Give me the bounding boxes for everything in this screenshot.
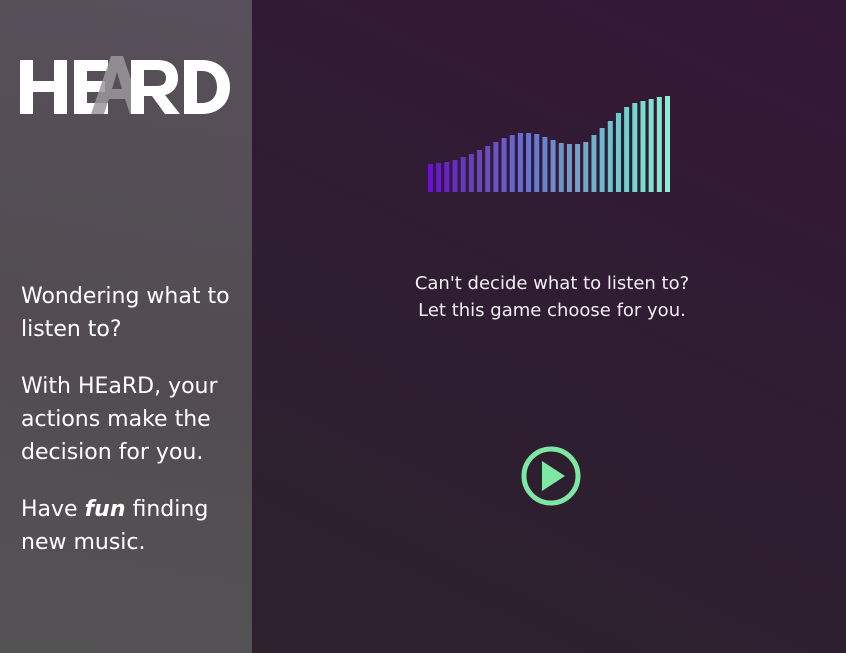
equalizer-bar — [566, 144, 572, 192]
equalizer-svg — [428, 96, 670, 192]
equalizer-bar — [493, 142, 499, 192]
equalizer-bar — [599, 128, 605, 192]
equalizer-bar — [640, 101, 646, 192]
equalizer-bar — [632, 103, 638, 192]
intro-question: Wondering what to listen to? — [21, 284, 230, 342]
intro-actions: With HEaRD, your actions make the decisi… — [21, 374, 218, 465]
intro-text: Wondering what to listen to? With HEaRD,… — [21, 280, 243, 583]
equalizer-bar — [656, 97, 662, 192]
equalizer-bar — [526, 133, 532, 192]
equalizer-bar — [460, 157, 466, 192]
equalizer-bar — [665, 96, 670, 192]
heard-logo — [18, 52, 233, 122]
equalizer-bar — [428, 164, 433, 192]
equalizer-bar — [591, 135, 597, 192]
equalizer-bar — [477, 150, 483, 192]
equalizer-bar — [648, 99, 654, 192]
fun-prefix: Have — [21, 497, 78, 522]
equalizer-bar — [575, 144, 581, 192]
equalizer-bar — [542, 137, 548, 192]
equalizer-bar — [509, 135, 515, 192]
play-circle-icon — [521, 446, 581, 506]
equalizer-bar — [501, 138, 507, 192]
equalizer-bar — [444, 162, 450, 192]
equalizer-bar — [452, 160, 458, 192]
tagline: Can't decide what to listen to? Let this… — [252, 270, 846, 324]
equalizer-bar — [583, 142, 589, 192]
equalizer-bar — [624, 107, 630, 192]
equalizer-bar — [534, 134, 540, 192]
equalizer-bar — [558, 143, 564, 192]
equalizer-bar — [468, 154, 474, 192]
equalizer-bar — [436, 163, 442, 192]
equalizer-bar — [550, 140, 556, 192]
app-page: Wondering what to listen to? With HEaRD,… — [0, 0, 846, 653]
play-button[interactable] — [520, 445, 582, 507]
equalizer-graphic — [428, 92, 670, 192]
intro-fun: Have fun finding new music. — [21, 493, 243, 559]
sidebar: Wondering what to listen to? With HEaRD,… — [0, 0, 252, 653]
equalizer-bar — [485, 146, 491, 192]
equalizer-bar — [517, 133, 523, 192]
tagline-line-1: Can't decide what to listen to? — [414, 273, 690, 294]
equalizer-bar — [607, 121, 613, 192]
equalizer-bar — [615, 113, 621, 192]
main-panel: Can't decide what to listen to? Let this… — [252, 0, 846, 653]
fun-word: fun — [84, 497, 126, 522]
logo-mark — [20, 56, 230, 114]
tagline-line-2: Let this game choose for you. — [418, 300, 686, 321]
